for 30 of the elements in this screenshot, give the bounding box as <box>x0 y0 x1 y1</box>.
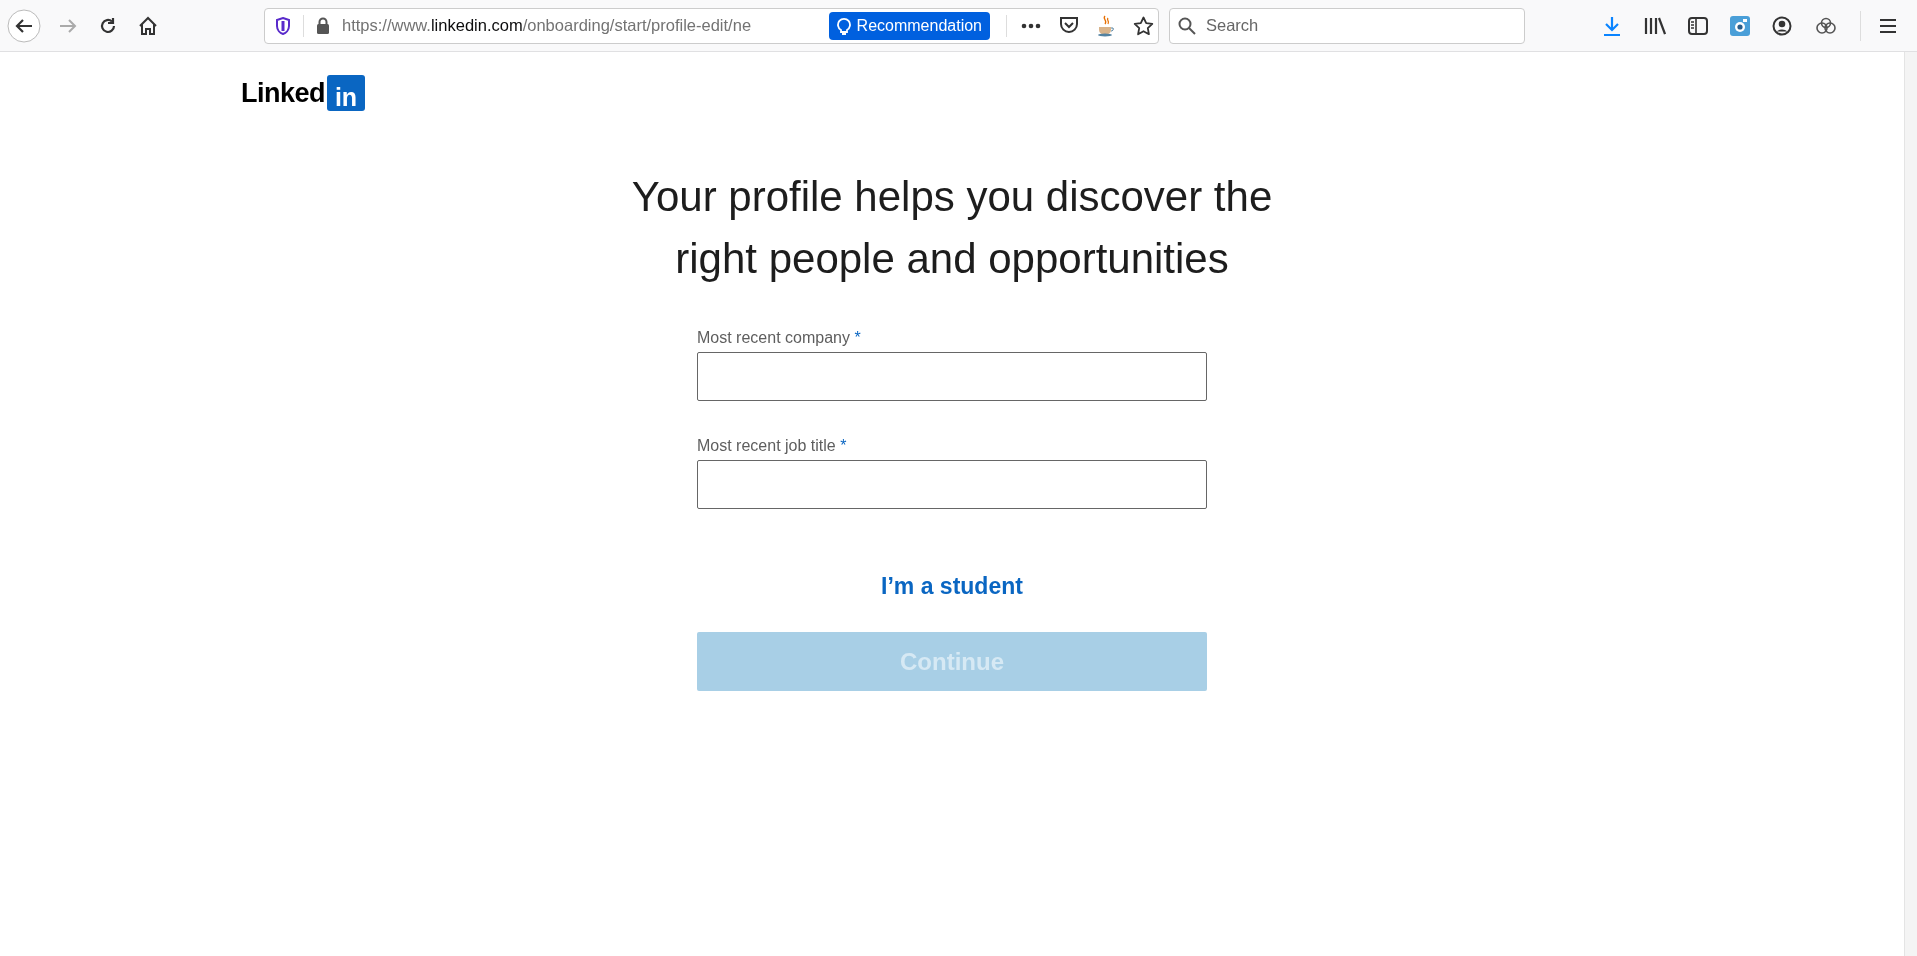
library-icon[interactable] <box>1644 16 1666 35</box>
extension-icon[interactable] <box>1814 16 1838 35</box>
back-icon[interactable] <box>7 8 41 43</box>
menu-icon[interactable] <box>1879 17 1897 34</box>
cup-icon[interactable] <box>1097 14 1115 37</box>
heading-line: Your profile helps you discover the <box>631 172 1273 222</box>
download-icon[interactable] <box>1602 15 1622 36</box>
reload-icon[interactable] <box>98 15 118 36</box>
field-label: Most recent job title * <box>697 437 848 455</box>
field-label: Most recent company * <box>697 329 862 347</box>
pocket-icon[interactable] <box>1059 16 1079 35</box>
url-text[interactable]: https://www.linkedin.com/onboarding/start/profile-edit/ne <box>342 16 817 35</box>
more-icon[interactable] <box>1021 22 1041 29</box>
input-field[interactable] <box>697 460 1207 509</box>
search-icon <box>1178 16 1196 35</box>
sidebar-icon[interactable] <box>1688 16 1708 35</box>
camera-icon[interactable] <box>1730 15 1750 36</box>
scrollbar[interactable] <box>1904 52 1917 956</box>
heading-line: right people and opportunities <box>675 234 1229 284</box>
logo[interactable]: Linked in <box>241 75 365 111</box>
shield-icon[interactable] <box>275 16 291 35</box>
input-field[interactable] <box>697 352 1207 401</box>
lightbulb-icon <box>836 16 851 35</box>
home-icon[interactable] <box>138 15 158 36</box>
account-icon[interactable] <box>1772 15 1792 36</box>
search-field[interactable]: Search <box>1169 7 1525 44</box>
student-link[interactable]: I’m a student <box>881 573 1023 600</box>
recommendation-button[interactable]: Recommendation <box>828 11 990 40</box>
lock-icon[interactable] <box>316 17 330 34</box>
star-icon[interactable] <box>1133 15 1154 36</box>
